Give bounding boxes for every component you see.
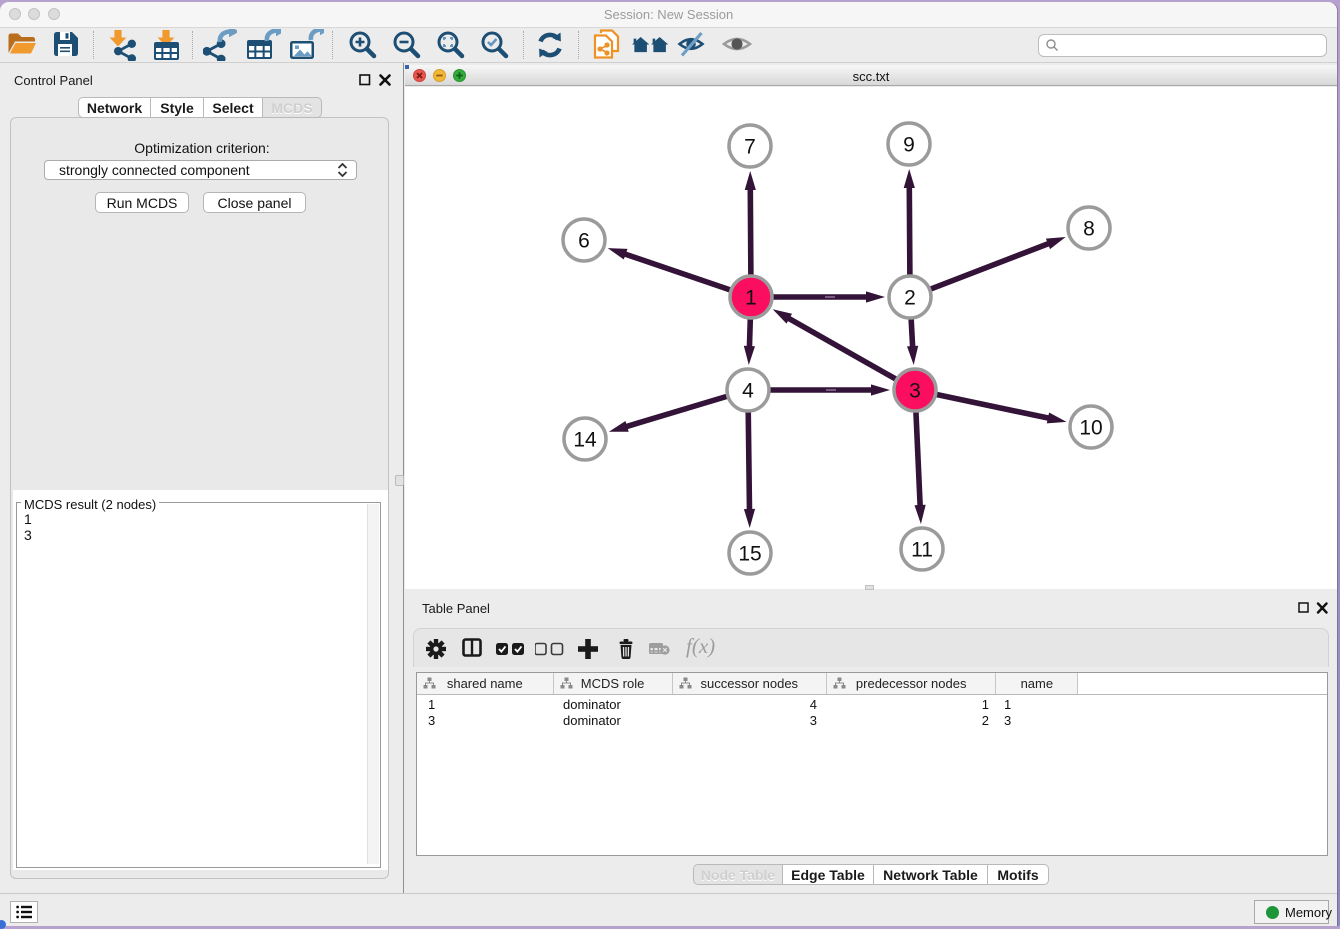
svg-text:1: 1 [745,287,757,310]
svg-text:15: 15 [738,543,761,566]
svg-text:14: 14 [573,429,597,452]
svg-text:4: 4 [742,380,754,403]
svg-text:9: 9 [903,134,915,157]
svg-text:7: 7 [744,136,756,159]
svg-text:6: 6 [578,230,590,253]
svg-text:3: 3 [909,380,921,403]
svg-text:11: 11 [911,539,933,562]
svg-text:8: 8 [1083,218,1095,241]
svg-text:10: 10 [1079,417,1102,440]
svg-text:2: 2 [904,287,916,310]
